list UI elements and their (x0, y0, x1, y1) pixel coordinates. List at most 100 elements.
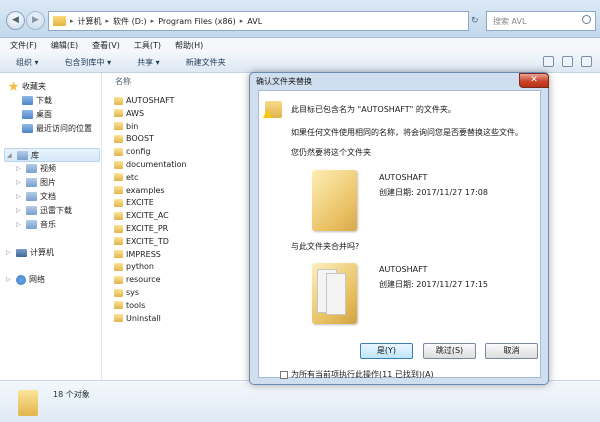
file-name: EXCITE_PR (126, 224, 169, 233)
file-row[interactable]: EXCITE_TD (114, 237, 169, 246)
computer-icon (16, 248, 27, 257)
apply-to-all-option[interactable]: 为所有当前项执行此操作(11 已找到)(A) (280, 369, 434, 380)
skip-button[interactable]: 跳过(S) (423, 343, 476, 359)
file-name: sys (126, 288, 140, 297)
view-options-icon[interactable] (543, 56, 554, 67)
file-row[interactable]: tools (114, 301, 145, 310)
sidebar-item-music[interactable]: ▷ 音乐 (16, 219, 56, 230)
back-button[interactable]: ◀ (6, 11, 25, 30)
search-icon (582, 15, 591, 24)
folder-icon (114, 122, 123, 131)
sidebar-item-videos[interactable]: ▷ 视频 (16, 163, 56, 174)
sidebar-network[interactable]: ▷ 网络 (6, 274, 45, 285)
explorer-address-area: ◀ ▶ ▸ 计算机 ▸ 软件 (D:) ▸ Program Files (x86… (0, 0, 600, 38)
file-row[interactable]: EXCITE (114, 198, 154, 207)
file-name: IMPRESS (126, 249, 161, 259)
incoming-folder-date: 创建日期: 2017/11/27 17:15 (379, 280, 488, 289)
file-row[interactable]: EXCITE_AC (114, 211, 169, 220)
menu-edit[interactable]: 编辑(E) (51, 40, 78, 51)
thunder-download-icon (26, 206, 37, 215)
refresh-icon[interactable]: ↻ (471, 11, 483, 31)
file-row[interactable]: AUTOSHAFT (114, 96, 174, 105)
expand-icon[interactable]: ▷ (16, 193, 23, 200)
apply-to-all-checkbox[interactable] (280, 370, 288, 379)
music-icon (26, 220, 37, 229)
file-row[interactable]: resource (114, 275, 161, 284)
recent-places-icon (22, 124, 33, 133)
folder-icon (114, 288, 123, 297)
folder-icon (114, 160, 123, 169)
file-row[interactable]: BOOST (114, 134, 154, 143)
search-placeholder: 搜索 AVL (493, 17, 527, 26)
close-button[interactable]: ✕ (519, 73, 549, 88)
menu-tools[interactable]: 工具(T) (134, 40, 161, 51)
breadcrumb-computer[interactable]: 计算机 (78, 16, 102, 27)
file-name: resource (126, 275, 161, 285)
breadcrumb-avl[interactable]: AVL (247, 17, 262, 26)
dialog-question-merge: 与此文件夹合并吗? (291, 242, 360, 251)
breadcrumb-drive[interactable]: 软件 (D:) (113, 16, 147, 27)
folder-icon (114, 173, 123, 182)
column-header-name[interactable]: 名称 (115, 76, 131, 87)
expand-icon[interactable]: ▷ (16, 221, 23, 228)
forward-button[interactable]: ▶ (26, 11, 45, 30)
expand-icon[interactable]: ▷ (16, 179, 23, 186)
file-name: documentation (126, 160, 187, 169)
yes-button[interactable]: 是(Y) (360, 343, 413, 359)
search-input[interactable]: 搜索 AVL (486, 11, 596, 31)
cancel-button[interactable]: 取消 (485, 343, 538, 359)
dialog-question-replace: 您仍然要将这个文件夹 (291, 148, 371, 157)
sidebar-item-recent[interactable]: 最近访问的位置 (22, 123, 92, 134)
expand-icon[interactable]: ▷ (16, 207, 23, 214)
downloads-icon (22, 96, 33, 105)
folder-icon (114, 237, 123, 246)
folder-icon (114, 224, 123, 233)
file-row[interactable]: etc (114, 173, 138, 182)
file-row[interactable]: EXCITE_PR (114, 224, 168, 233)
existing-folder-icon (312, 170, 357, 231)
existing-folder-name: AUTOSHAFT (379, 173, 428, 182)
address-bar[interactable]: ▸ 计算机 ▸ 软件 (D:) ▸ Program Files (x86) ▸ … (48, 11, 469, 31)
folder-icon (53, 16, 66, 26)
file-name: bin (126, 121, 139, 131)
menu-file[interactable]: 文件(F) (10, 40, 37, 51)
file-row[interactable]: config (114, 147, 150, 156)
file-row[interactable]: documentation (114, 160, 187, 169)
collapse-icon[interactable]: ◢ (7, 152, 14, 159)
menu-view[interactable]: 查看(V) (92, 40, 120, 51)
preview-pane-icon[interactable] (562, 56, 573, 67)
expand-icon[interactable]: ▷ (6, 249, 13, 256)
help-icon[interactable] (581, 56, 592, 67)
sidebar-libraries[interactable]: ◢ 库 (4, 148, 100, 162)
file-name: python (126, 262, 154, 272)
network-icon (16, 274, 26, 285)
navigation-pane: 收藏夹 下载 桌面 最近访问的位置 ◢ 库 ▷ 视频 ▷ 图片 ▷ 文档 ▷ 迅… (0, 73, 102, 380)
file-row[interactable]: bin (114, 122, 138, 131)
include-in-library-button[interactable]: 包含到库中 ▾ (65, 57, 112, 68)
file-row[interactable]: python (114, 262, 154, 271)
dialog-message: 此目标已包含名为 "AUTOSHAFT" 的文件夹。 (291, 105, 456, 114)
dialog-title: 确认文件夹替换 (256, 77, 312, 86)
sidebar-favorites[interactable]: 收藏夹 (8, 81, 46, 92)
sidebar-item-downloads[interactable]: 下载 (22, 95, 52, 106)
sidebar-item-desktop[interactable]: 桌面 (22, 109, 52, 120)
new-folder-button[interactable]: 新建文件夹 (186, 57, 226, 68)
details-pane: 18 个对象 (0, 380, 600, 422)
file-row[interactable]: Uninstall (114, 314, 161, 323)
expand-icon[interactable]: ▷ (6, 276, 13, 283)
share-button[interactable]: 共享 ▾ (137, 57, 160, 68)
menu-help[interactable]: 帮助(H) (175, 40, 203, 51)
folder-icon (114, 275, 123, 284)
sidebar-item-pictures[interactable]: ▷ 图片 (16, 177, 56, 188)
sidebar-item-documents[interactable]: ▷ 文档 (16, 191, 56, 202)
file-row[interactable]: IMPRESS (114, 250, 161, 259)
expand-icon[interactable]: ▷ (16, 165, 23, 172)
breadcrumb-program-files[interactable]: Program Files (x86) (158, 17, 236, 26)
file-row[interactable]: AWS (114, 109, 144, 118)
sidebar-computer[interactable]: ▷ 计算机 (6, 247, 54, 258)
sidebar-item-thunder-downloads[interactable]: ▷ 迅雷下载 (16, 205, 72, 216)
file-row[interactable]: sys (114, 288, 139, 297)
file-row[interactable]: examples (114, 186, 165, 195)
folder-icon (114, 186, 123, 195)
organize-button[interactable]: 组织 ▾ (16, 57, 39, 68)
